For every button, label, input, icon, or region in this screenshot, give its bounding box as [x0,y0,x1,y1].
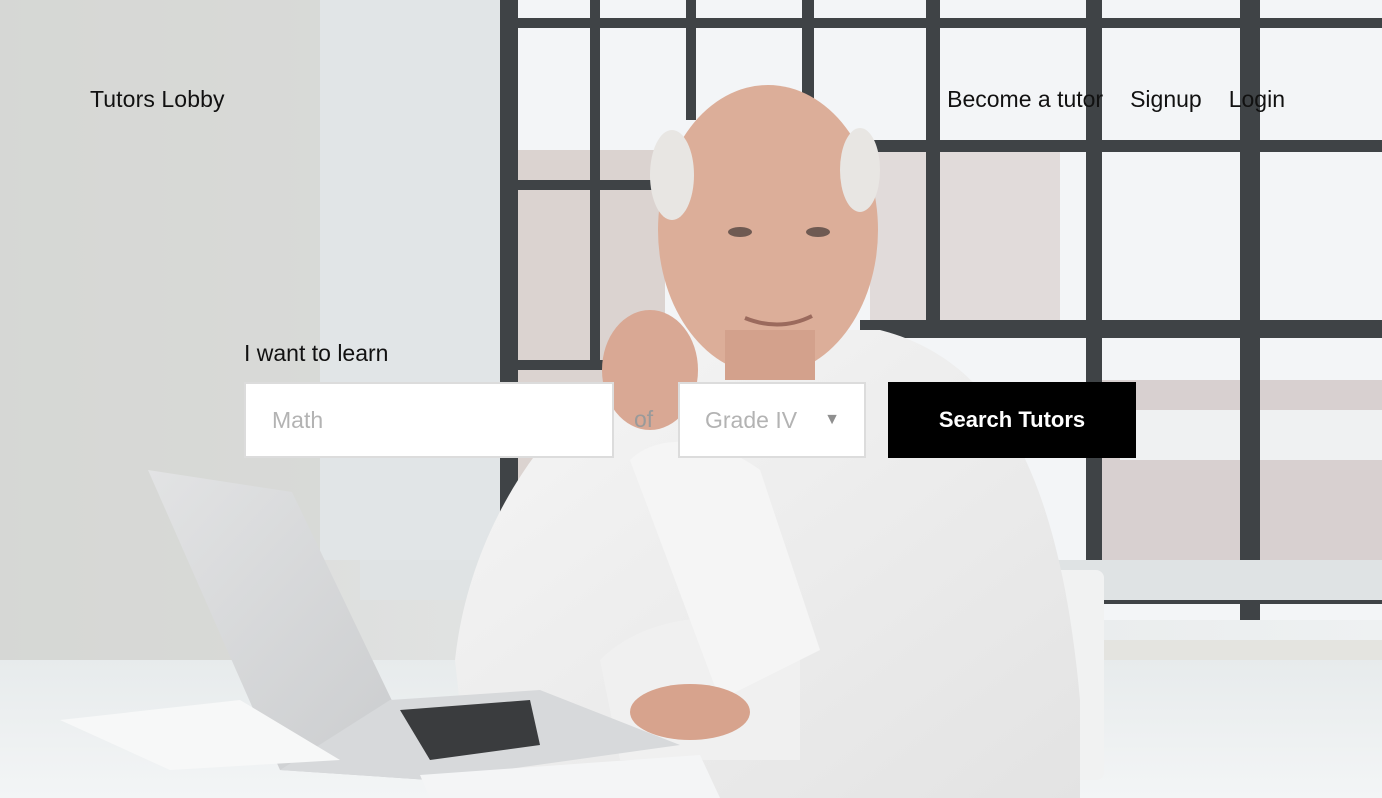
landing-page: Tutors Lobby Become a tutor Signup Login… [0,0,1382,798]
chevron-down-icon: ▼ [824,411,840,428]
search-label: I want to learn [244,340,389,366]
grade-select-value: Grade IV [705,406,798,433]
grade-select[interactable]: Grade IV ▼ [678,382,866,458]
search-tutors-button[interactable]: Search Tutors [888,382,1136,458]
brand-logo[interactable]: Tutors Lobby [90,86,225,113]
nav-login-link[interactable]: Login [1229,86,1285,113]
top-nav: Become a tutor Signup Login [947,86,1285,113]
connector-text: of [634,406,654,432]
nav-signup-link[interactable]: Signup [1130,86,1202,113]
nav-become-tutor-link[interactable]: Become a tutor [947,86,1103,113]
subject-input[interactable] [244,382,614,458]
